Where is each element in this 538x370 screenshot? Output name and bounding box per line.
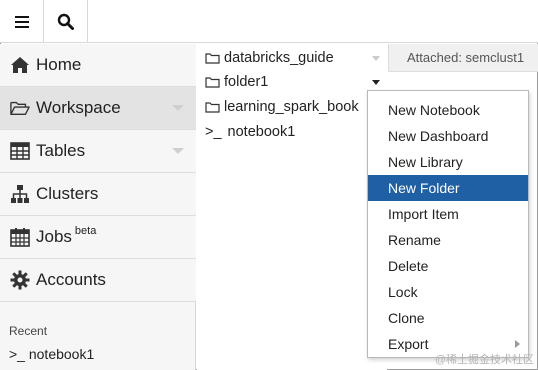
- menu-item-clone[interactable]: Clone: [368, 305, 528, 331]
- beta-badge: beta: [74, 225, 97, 237]
- sidebar-item-tables[interactable]: Tables: [0, 130, 196, 173]
- search-button[interactable]: [44, 0, 88, 43]
- file-name: notebook1: [227, 124, 296, 140]
- sidebar-item-label: Clusters: [36, 184, 99, 203]
- notebook-prefix: >_: [205, 124, 222, 140]
- sitemap-icon: [10, 184, 30, 204]
- hamburger-icon: [14, 15, 29, 28]
- sidebar-item-label: Jobs: [36, 227, 72, 246]
- chevron-down-icon[interactable]: [372, 56, 380, 61]
- sidebar-item-accounts[interactable]: Accounts: [0, 259, 196, 302]
- list-item[interactable]: >_ notebook1: [205, 121, 295, 143]
- top-toolbar: [0, 0, 538, 43]
- menu-item-new-folder[interactable]: New Folder: [368, 175, 528, 201]
- sidebar-item-home[interactable]: Home: [0, 44, 196, 87]
- chevron-down-icon[interactable]: [372, 80, 380, 85]
- list-item[interactable]: learning_spark_book: [205, 96, 359, 118]
- gear-icon: [10, 270, 30, 290]
- folder-icon: [205, 77, 220, 88]
- sidebar: Home Workspace Tables Clusters Jobs beta…: [0, 44, 196, 370]
- workspace-file-list: databricks_guide folder1 learning_spark_…: [197, 44, 387, 370]
- menu-item-delete[interactable]: Delete: [368, 253, 528, 279]
- sidebar-item-label: Tables: [36, 141, 86, 160]
- menu-item-new-dashboard[interactable]: New Dashboard: [368, 123, 528, 149]
- sidebar-item-label: Home: [36, 55, 82, 74]
- folder-open-icon: [10, 98, 30, 118]
- sidebar-item-workspace[interactable]: Workspace: [0, 87, 196, 130]
- folder-icon: [205, 53, 220, 64]
- sidebar-item-clusters[interactable]: Clusters: [0, 173, 196, 216]
- watermark: @稀土掘金技术社区: [434, 354, 534, 366]
- menu-item-lock[interactable]: Lock: [368, 279, 528, 305]
- file-name: learning_spark_book: [224, 99, 359, 115]
- chevron-down-icon[interactable]: [172, 148, 184, 154]
- menu-item-label: Export: [388, 336, 429, 352]
- table-icon: [10, 141, 30, 161]
- list-item[interactable]: databricks_guide: [205, 47, 334, 69]
- recent-heading: Recent: [9, 324, 48, 338]
- calendar-icon: [10, 227, 30, 247]
- menu-item-rename[interactable]: Rename: [368, 227, 528, 253]
- list-item[interactable]: folder1: [205, 71, 268, 93]
- menu-item-new-library[interactable]: New Library: [368, 149, 528, 175]
- menu-button[interactable]: [0, 0, 44, 43]
- menu-item-import-item[interactable]: Import Item: [368, 201, 528, 227]
- sidebar-item-label: Workspace: [36, 98, 121, 117]
- menu-item-new-notebook[interactable]: New Notebook: [368, 97, 528, 123]
- search-icon: [57, 13, 74, 30]
- sidebar-item-label: Accounts: [36, 270, 106, 289]
- file-name: folder1: [224, 74, 269, 90]
- context-menu: New Notebook New Dashboard New Library N…: [367, 90, 529, 358]
- recent-item[interactable]: >_ notebook1: [9, 346, 94, 362]
- file-name: databricks_guide: [224, 50, 334, 66]
- folder-icon: [205, 102, 220, 113]
- attached-cluster-label[interactable]: Attached: semclust1: [388, 44, 538, 72]
- chevron-right-icon: [515, 340, 520, 348]
- sidebar-item-jobs[interactable]: Jobs beta: [0, 216, 196, 259]
- home-icon: [10, 55, 30, 75]
- chevron-down-icon[interactable]: [172, 105, 184, 111]
